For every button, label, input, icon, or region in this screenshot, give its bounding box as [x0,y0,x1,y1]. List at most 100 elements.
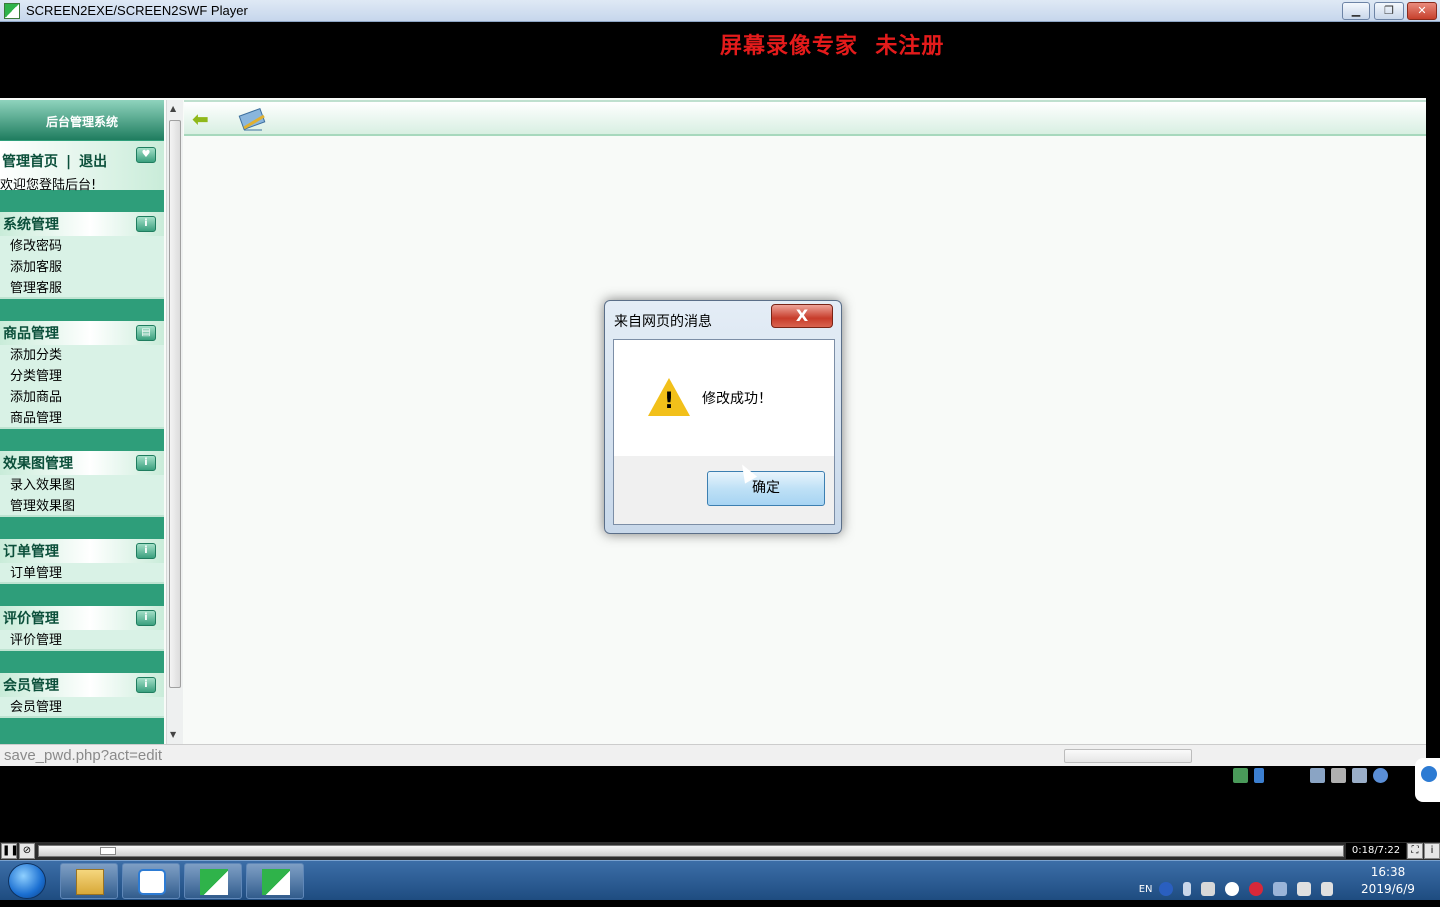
menu-item-manage-category[interactable]: 分类管理 [0,366,164,387]
alert-dialog: 来自网页的消息 X ! 修改成功！ 确定 [604,300,842,534]
admin-home-link[interactable]: 管理首页 [2,154,58,170]
teamviewer-side-tab[interactable] [1415,758,1440,802]
clock-time: 16:38 [1370,865,1406,879]
dialog-close-button[interactable]: X [771,304,833,328]
menu-item-add-category[interactable]: 添加分类 [0,345,164,366]
drive-icon[interactable] [1272,882,1287,896]
system-tray: EN [1126,871,1343,907]
browser-status-bar: save_pwd.php?act=edit 下载 100% [0,744,1430,785]
download-arrow-icon[interactable] [1253,768,1264,783]
menu-group-title[interactable]: 系统管理 [3,217,59,233]
stop-icon[interactable]: ⊘ [19,843,35,859]
seek-bar[interactable] [38,845,1344,857]
scroll-up-arrow-icon[interactable]: ▲ [170,104,176,113]
menu-group-members: 会员管理 i 会员管理 [0,673,164,718]
info-icon[interactable]: i [1424,843,1440,859]
sidebar-scrollbar[interactable]: ▲ ▼ [166,100,183,744]
tray-arrow-icon[interactable] [1182,882,1191,896]
home-icon: ♥ [136,147,156,163]
logout-link[interactable]: 退出 [79,154,107,170]
download-label[interactable]: 下载 [1270,767,1300,785]
menu-group-reviews: 评价管理 i 评价管理 [0,606,164,651]
print-icon[interactable] [1331,768,1347,783]
menu-item-manage-reviews[interactable]: 评价管理 [0,630,164,651]
edit-pencil-icon[interactable] [238,108,268,134]
menu-item-add-product[interactable]: 添加商品 [0,387,164,408]
loading-progress-bar [1064,749,1192,763]
menu-toggle-icon[interactable]: ▤ [136,325,156,341]
minimize-button[interactable]: ▁ [1342,2,1370,20]
taskbar-player-1[interactable] [184,863,242,899]
menu-toggle-icon[interactable]: i [136,543,156,559]
menu-item-change-password[interactable]: 修改密码 [0,236,164,257]
menu-group-title[interactable]: 效果图管理 [3,456,73,472]
dialog-body: ! 修改成功！ 确定 [613,339,835,525]
menu-item-manage-product[interactable]: 商品管理 [0,408,164,429]
folder-icon [76,869,104,895]
ie-zone-icon[interactable] [1232,768,1248,783]
volume-icon[interactable] [1296,882,1311,896]
menu-group-title[interactable]: 会员管理 [3,678,59,694]
back-arrow-icon[interactable]: ⬅ [192,109,209,129]
dialog-message: 修改成功！ [702,391,772,407]
welcome-text: 欢迎您登陆后台! [0,178,97,193]
menu-item-add-rendering[interactable]: 录入效果图 [0,475,164,496]
menu-item-add-service[interactable]: 添加客服 [0,257,164,278]
menu-group-orders: 订单管理 i 订单管理 [0,539,164,584]
sidebar-top-links: 管理首页 | 退出 ♥ 欢迎您登陆后台! [0,140,164,193]
scroll-down-arrow-icon[interactable]: ▼ [170,730,176,739]
admin-sidebar: 后台管理系统 管理首页 | 退出 ♥ 欢迎您登陆后台! 系统管理 i 修改密码 添加客… [0,100,164,744]
unregistered-banner: 屏幕录像专家 未注册 [720,33,945,59]
menu-toggle-icon[interactable]: i [136,610,156,626]
action-center-icon[interactable] [1320,882,1333,896]
chat-icon[interactable] [1224,882,1239,896]
clock-date: 2019/6/9 [1361,882,1415,896]
taskbar-explorer[interactable] [60,863,118,899]
taskbar-clock[interactable]: 16:38 2019/6/9 [1358,864,1418,898]
start-button[interactable] [8,863,46,899]
menu-item-manage-rendering[interactable]: 管理效果图 [0,496,164,517]
language-indicator[interactable]: EN [1139,884,1153,895]
menu-group-system: 系统管理 i 修改密码 添加客服 管理客服 [0,212,164,299]
antivirus-icon[interactable] [1248,882,1263,896]
screen-recorder-icon [200,869,228,895]
scrollbar-thumb[interactable] [169,120,181,688]
windows-taskbar: EN 16:38 2019/6/9 [0,860,1440,900]
pause-icon[interactable]: ❚❚ [1,843,19,859]
playback-time: 0:18/7:22 [1346,843,1406,859]
player-title-bar: SCREEN2EXE/SCREEN2SWF Player ▁ ❐ ✕ [0,0,1440,22]
link-separator: | [66,154,72,170]
zoom-magnifier-icon[interactable] [1373,768,1389,783]
menu-item-manage-service[interactable]: 管理客服 [0,278,164,299]
taskbar-player-2[interactable] [246,863,304,899]
help-icon[interactable] [1158,882,1173,896]
menu-group-renderings: 效果图管理 i 录入效果图 管理效果图 [0,451,164,517]
restore-button[interactable]: ❐ [1374,2,1404,20]
menu-group-title[interactable]: 评价管理 [3,611,59,627]
speaker-icon[interactable] [1352,768,1368,783]
dialog-title: 来自网页的消息 [614,314,712,330]
player-title: SCREEN2EXE/SCREEN2SWF Player [26,3,248,18]
menu-toggle-icon[interactable]: i [136,677,156,693]
network-icon[interactable] [1200,882,1215,896]
menu-group-products: 商品管理 ▤ 添加分类 分类管理 添加商品 商品管理 [0,321,164,429]
taskbar-teamviewer[interactable] [122,863,180,899]
page-icon[interactable] [1310,768,1326,783]
player-control-bar: ❚❚ ⊘ 0:18/7:22 ⛶ i [0,842,1440,860]
sidebar-header: 后台管理系统 [0,100,164,140]
ok-button[interactable]: 确定 [707,471,825,506]
menu-toggle-icon[interactable]: i [136,455,156,471]
menu-group-title[interactable]: 订单管理 [3,544,59,560]
menu-item-manage-orders[interactable]: 订单管理 [0,563,164,584]
menu-group-title[interactable]: 商品管理 [3,326,59,342]
seek-knob[interactable] [100,847,116,855]
menu-toggle-icon[interactable]: i [136,216,156,232]
close-button[interactable]: ✕ [1407,2,1437,20]
menu-item-manage-members[interactable]: 会员管理 [0,697,164,718]
content-toolbar: ⬅ [184,100,1426,136]
fullscreen-icon[interactable]: ⛶ [1407,843,1423,859]
player-app-icon [4,3,20,19]
teamviewer-icon [138,869,166,895]
warning-exclamation-icon: ! [664,389,675,414]
status-url: save_pwd.php?act=edit [4,747,163,764]
